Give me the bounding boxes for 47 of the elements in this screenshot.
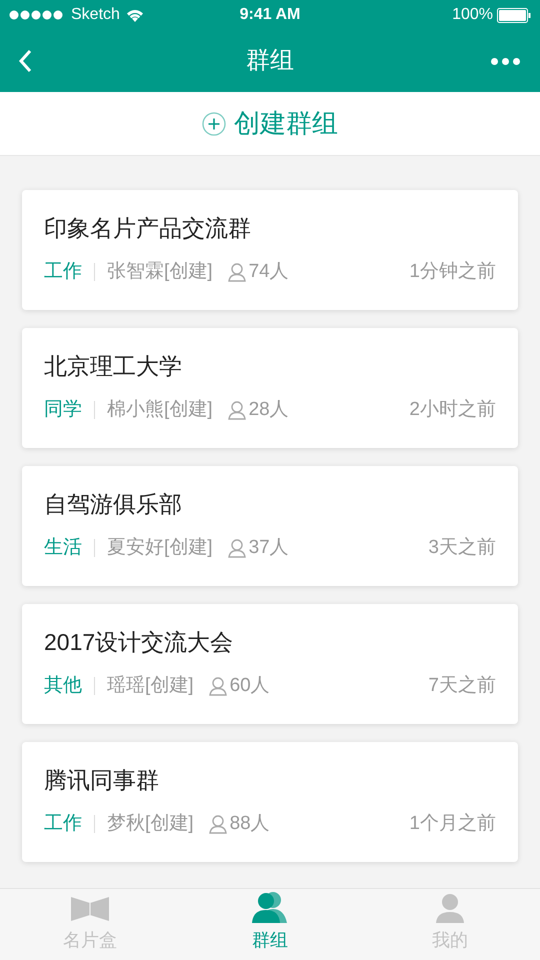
create-group-button[interactable]: 创建群组: [202, 104, 338, 143]
group-card[interactable]: 印象名片产品交流群 工作 张智霖[创建] 74人 1分钟之前: [22, 190, 518, 310]
carrier-name: Sketch: [71, 5, 120, 25]
member-count: 74人: [248, 260, 289, 284]
person-icon: [435, 893, 465, 923]
creator-name: 张智霖[创建]: [107, 260, 213, 284]
updated-time: 7天之前: [428, 674, 496, 698]
wifi-icon: [126, 8, 144, 22]
status-time: 9:41 AM: [240, 5, 300, 25]
group-tag: 工作: [44, 258, 82, 286]
plus-icon: [202, 112, 226, 136]
person-icon: [208, 676, 228, 696]
creator-name: 梦秋[创建]: [107, 812, 194, 836]
group-tag: 同学: [44, 396, 82, 424]
updated-time: 3天之前: [428, 536, 496, 560]
person-icon: [208, 814, 228, 834]
member-count: 60人: [230, 674, 270, 698]
group-tag: 工作: [44, 810, 82, 838]
creator-name: 棉小熊[创建]: [107, 398, 213, 422]
card-holder-icon: [71, 897, 109, 923]
group-name: 腾讯同事群: [44, 766, 160, 795]
group-tag: 其他: [44, 672, 82, 700]
updated-time: 1个月之前: [409, 812, 496, 836]
member-count: 37人: [248, 536, 289, 560]
person-icon: [226, 538, 247, 558]
group-tag: 生活: [44, 534, 82, 562]
group-card[interactable]: 北京理工大学 同学 棉小熊[创建] 28人 2小时之前: [22, 328, 518, 448]
group-name: 印象名片产品交流群: [44, 214, 252, 243]
creator-name: 夏安好[创建]: [107, 536, 213, 560]
signal-icon: [9, 10, 65, 20]
group-card[interactable]: 2017设计交流大会 其他 瑶瑶[创建] 60人 7天之前: [22, 604, 518, 724]
person-icon: [226, 400, 247, 420]
battery-icon: [497, 8, 531, 22]
group-name: 北京理工大学: [44, 352, 183, 381]
member-count: 88人: [230, 812, 270, 836]
battery-percent: 100%: [452, 5, 493, 25]
group-name: 自驾游俱乐部: [44, 490, 183, 519]
creator-name: 瑶瑶[创建]: [107, 674, 194, 698]
member-count: 28人: [248, 398, 289, 422]
page-title: 群组: [246, 46, 294, 76]
updated-time: 1分钟之前: [409, 260, 496, 284]
person-icon: [226, 262, 247, 282]
group-icon: [251, 891, 289, 923]
group-name: 2017设计交流大会: [44, 628, 234, 657]
group-card[interactable]: 自驾游俱乐部 生活 夏安好[创建] 37人 3天之前: [22, 466, 518, 586]
group-card[interactable]: 腾讯同事群 工作 梦秋[创建] 88人 1个月之前: [22, 742, 518, 862]
updated-time: 2小时之前: [409, 398, 496, 422]
